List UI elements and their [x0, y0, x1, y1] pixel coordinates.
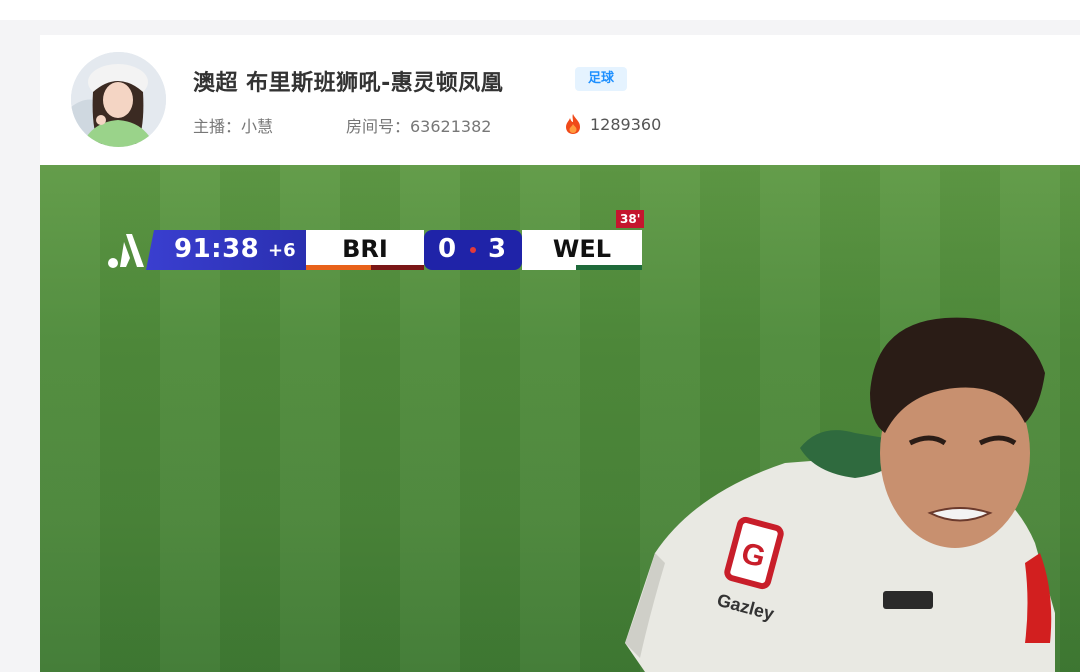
away-team-name: WEL	[552, 235, 612, 263]
video-player[interactable]: 91:38 +6 BRI 0 3 WEL 38' G Gazley	[40, 165, 1080, 672]
home-team-name: BRI	[342, 235, 388, 263]
category-tag[interactable]: 足球	[575, 67, 628, 91]
match-clock-panel: 91:38 +6	[146, 230, 306, 270]
flame-icon	[566, 114, 580, 134]
score-panel: 0 3	[424, 230, 522, 270]
scoreboard: 91:38 +6 BRI 0 3 WEL 38'	[106, 210, 645, 270]
live-room-card: 澳超 布里斯班狮吼-惠灵顿凤凰 足球 主播：小慧 房间号：63621382 12…	[40, 35, 1080, 672]
score-separator	[470, 247, 476, 253]
away-team-panel: WEL	[522, 230, 642, 270]
home-team-panel: BRI	[306, 230, 424, 270]
heat-value: 1289360	[590, 114, 662, 134]
home-score: 0	[438, 234, 457, 264]
host-name: 主播：小慧	[193, 117, 274, 136]
home-team-color-bar	[306, 265, 424, 270]
player-figure: G Gazley	[625, 317, 1055, 672]
top-bar	[0, 0, 1080, 20]
streamer-avatar[interactable]	[71, 52, 166, 147]
heat-count: 1289360	[564, 113, 661, 135]
added-time: +6	[268, 240, 296, 261]
away-score: 3	[488, 234, 507, 264]
room-number: 房间号：63621382	[346, 117, 492, 136]
room-header: 澳超 布里斯班狮吼-惠灵顿凤凰 足球 主播：小慧 房间号：63621382 12…	[40, 35, 1080, 165]
match-clock: 91:38	[174, 234, 260, 264]
room-title: 澳超 布里斯班狮吼-惠灵顿凤凰	[193, 71, 504, 96]
away-team-color-bar	[522, 265, 642, 270]
broadcaster-logo-icon	[106, 230, 148, 270]
red-card-indicator: 38'	[616, 210, 645, 228]
